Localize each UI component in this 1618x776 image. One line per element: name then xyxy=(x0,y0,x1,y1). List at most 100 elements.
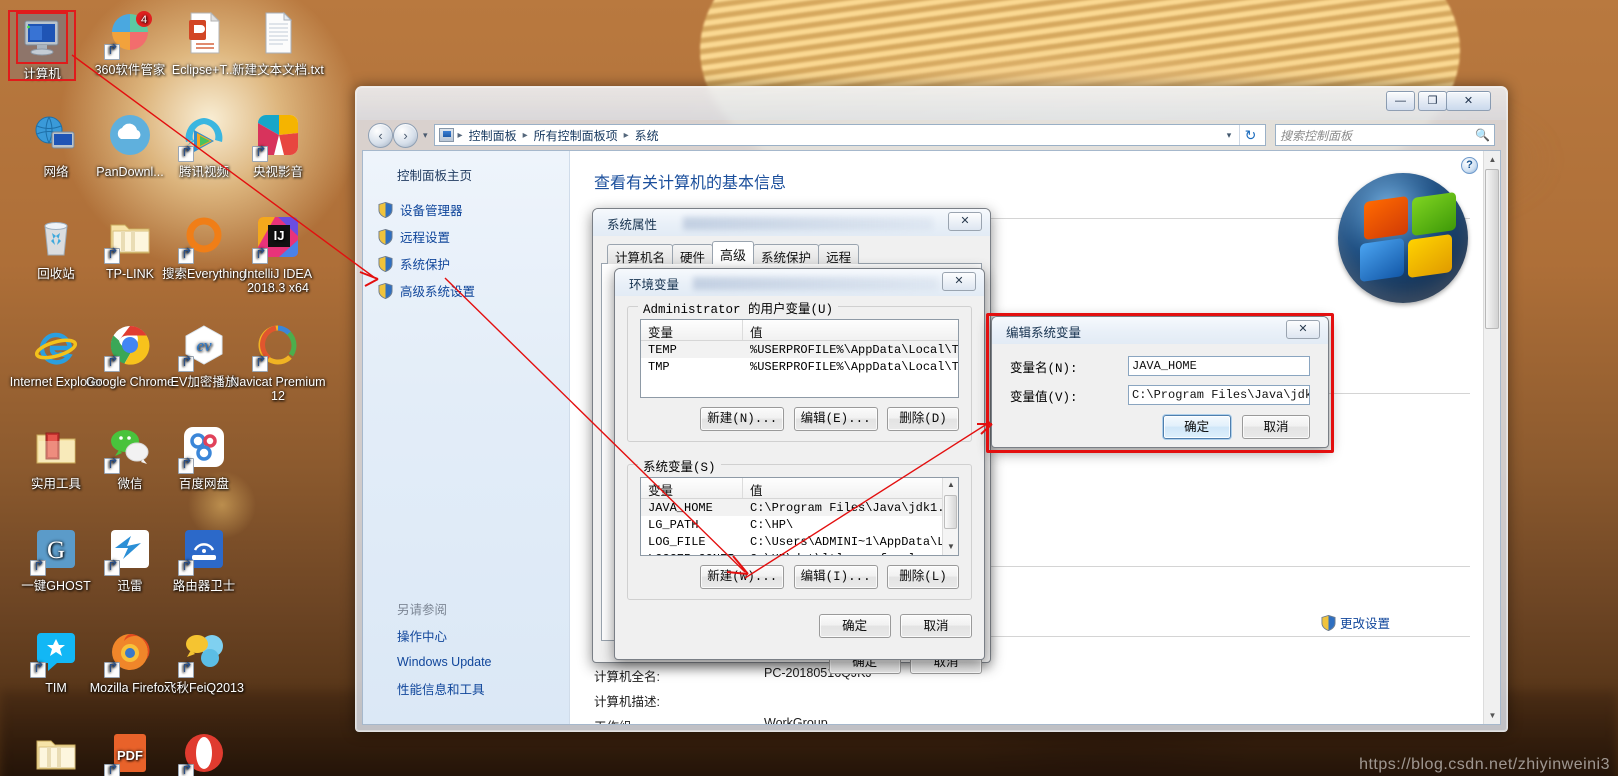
environment-variables-dialog[interactable]: 环境变量 ✕ Administrator 的用户变量(U) 变量 值 TEMP … xyxy=(614,268,985,660)
svg-text:G: G xyxy=(47,537,65,564)
breadcrumb-item-2[interactable]: 系统 xyxy=(631,126,663,145)
listview-scrollbar[interactable]: ▲ ▼ xyxy=(942,478,958,555)
close-icon[interactable]: ✕ xyxy=(948,212,982,231)
see-also-performance-info[interactable]: 性能信息和工具 xyxy=(397,679,569,698)
history-dropdown-icon[interactable]: ▾ xyxy=(423,130,428,141)
scroll-up-icon[interactable]: ▲ xyxy=(1484,151,1500,168)
desktop-icon-飞秋FeiQ2013[interactable]: 飞秋FeiQ2013 xyxy=(156,628,252,695)
edit-system-variable-dialog[interactable]: 编辑系统变量 ✕ 变量名(N): JAVA_HOME 变量值(V): C:\Pr… xyxy=(991,316,1329,448)
system-new-button[interactable]: 新建(W)... xyxy=(700,565,785,589)
ok-button[interactable]: 确定 xyxy=(1162,415,1231,439)
tab-system-protection[interactable]: 系统保护 xyxy=(753,244,820,265)
maximize-button[interactable]: ❐ xyxy=(1418,91,1447,111)
system-variables-list[interactable]: 变量 值 JAVA_HOME C:\Program Files\Java\jdk… xyxy=(640,477,959,556)
ppt-icon xyxy=(180,10,228,58)
sidebar-item-system-protection[interactable]: 系统保护 xyxy=(363,250,569,277)
table-row[interactable]: LOGGER_CONFI C:\HP\dat\ltlogconf.xml xyxy=(641,550,958,556)
desktop-icon-IntelliJ IDEA 2018.3 x64[interactable]: IJ IntelliJ IDEA 2018.3 x64 xyxy=(230,214,326,295)
search-input[interactable]: 搜索控制面板 🔍 xyxy=(1275,124,1495,146)
breadcrumb-separator-icon: ▸ xyxy=(623,129,629,141)
ok-button[interactable]: 确定 xyxy=(818,614,891,638)
desktop-icon-央视影音[interactable]: 央视影音 xyxy=(230,112,326,179)
listview-header: 变量 值 xyxy=(641,320,958,341)
table-row[interactable]: TEMP %USERPROFILE%\AppData\Local\Temp xyxy=(641,341,958,358)
cell-value: C:\Program Files\Java\jdk1.8.0_65 xyxy=(750,500,958,515)
user-edit-button[interactable]: 编辑(E)... xyxy=(793,407,878,431)
table-row[interactable]: LG_PATH C:\HP\ xyxy=(641,516,958,533)
minimize-button[interactable]: — xyxy=(1386,91,1415,111)
main-scrollbar[interactable]: ▲ ▼ xyxy=(1483,151,1500,724)
system-delete-button[interactable]: 删除(L) xyxy=(887,565,959,589)
shortcut-arrow-icon xyxy=(178,248,194,264)
navicat-icon xyxy=(252,322,302,372)
column-header-value[interactable]: 值 xyxy=(743,478,958,498)
close-icon[interactable]: ✕ xyxy=(1286,320,1320,339)
desktop-icon-计算机[interactable]: 计算机 xyxy=(8,10,76,81)
desktop-icon-label: Navicat Premium 12 xyxy=(230,375,326,403)
sidebar-home-link[interactable]: 控制面板主页 xyxy=(363,165,569,196)
tencentvideo-icon xyxy=(178,112,228,162)
shortcut-arrow-icon xyxy=(104,764,120,776)
sidebar-item-device-manager[interactable]: 设备管理器 xyxy=(363,196,569,223)
forward-button[interactable]: › xyxy=(393,122,418,148)
tab-advanced[interactable]: 高级 xyxy=(712,241,755,264)
column-header-variable[interactable]: 变量 xyxy=(641,478,743,498)
see-also-windows-update[interactable]: Windows Update xyxy=(397,655,569,669)
user-variables-list[interactable]: 变量 值 TEMP %USERPROFILE%\AppData\Local\Te… xyxy=(640,319,959,398)
dialog-title: 编辑系统变量 xyxy=(1006,326,1082,340)
sidebar-item-label: 高级系统设置 xyxy=(400,285,476,299)
user-new-button[interactable]: 新建(N)... xyxy=(700,407,785,431)
change-settings-link[interactable]: 更改设置 xyxy=(1321,613,1390,632)
scroll-down-icon[interactable]: ▼ xyxy=(943,540,958,555)
table-row[interactable]: JAVA_HOME C:\Program Files\Java\jdk1.8.0… xyxy=(641,499,958,516)
desktop-icon-百度网盘[interactable]: 百度网盘 xyxy=(156,424,252,491)
desktop-icon-label: 飞秋FeiQ2013 xyxy=(164,681,244,695)
address-bar[interactable]: ▸ 控制面板 ▸ 所有控制面板项 ▸ 系统 ▾ ↻ xyxy=(433,124,1266,146)
desktop-icon-Navicat Premium 12[interactable]: Navicat Premium 12 xyxy=(230,322,326,403)
system-edit-button[interactable]: 编辑(I)... xyxy=(793,565,878,589)
scrollbar-thumb[interactable] xyxy=(944,495,957,529)
shortcut-arrow-icon xyxy=(104,248,120,264)
shortcut-arrow-icon xyxy=(30,560,46,576)
shortcut-arrow-icon xyxy=(178,560,194,576)
dialog-titlebar[interactable]: 编辑系统变量 ✕ xyxy=(992,317,1328,344)
tab-computer-name[interactable]: 计算机名 xyxy=(607,244,674,265)
desktop-icon-新建文本文档.txt[interactable]: 新建文本文档.txt xyxy=(230,10,326,77)
dialog-titlebar[interactable]: 环境变量 ✕ xyxy=(615,269,984,296)
variable-value-label: 变量值(V): xyxy=(1010,390,1078,405)
cancel-button[interactable]: 取消 xyxy=(1242,415,1310,439)
scroll-down-icon[interactable]: ▼ xyxy=(1484,707,1500,724)
close-button[interactable]: ✕ xyxy=(1446,91,1491,111)
sidebar-item-remote-settings[interactable]: 远程设置 xyxy=(363,223,569,250)
desktop-icon-item-27[interactable] xyxy=(156,730,252,776)
address-dropdown-icon[interactable]: ▾ xyxy=(1221,125,1237,145)
feiq-icon xyxy=(178,628,228,678)
window-titlebar[interactable]: — ❐ ✕ xyxy=(356,87,1507,120)
dialog-titlebar[interactable]: 系统属性 ✕ xyxy=(593,209,990,236)
scroll-up-icon[interactable]: ▲ xyxy=(943,478,958,493)
variable-value-input[interactable]: C:\Program Files\Java\jdk1.8.0_131 xyxy=(1128,385,1310,405)
table-row[interactable]: LOG_FILE C:\Users\ADMINI~1\AppData\Local… xyxy=(641,533,958,550)
refresh-icon[interactable]: ↻ xyxy=(1239,125,1261,145)
table-row[interactable]: TMP %USERPROFILE%\AppData\Local\Temp xyxy=(641,358,958,375)
back-button[interactable]: ‹ xyxy=(368,122,393,148)
column-header-variable[interactable]: 变量 xyxy=(641,320,743,340)
user-delete-button[interactable]: 删除(D) xyxy=(887,407,959,431)
tab-hardware[interactable]: 硬件 xyxy=(672,244,714,265)
shortcut-arrow-icon xyxy=(104,662,120,678)
sidebar-item-advanced-system-settings[interactable]: 高级系统设置 xyxy=(363,277,569,304)
desktop-icon-路由器卫士[interactable]: 路由器卫士 xyxy=(156,526,252,593)
column-header-value[interactable]: 值 xyxy=(743,320,958,340)
baidupan-icon xyxy=(178,424,228,474)
shortcut-arrow-icon xyxy=(178,356,194,372)
sidebar-item-label: 系统保护 xyxy=(400,258,451,272)
ghost-icon: G xyxy=(30,526,80,576)
close-icon[interactable]: ✕ xyxy=(942,272,976,291)
breadcrumb-item-0[interactable]: 控制面板 xyxy=(465,126,521,145)
breadcrumb-item-1[interactable]: 所有控制面板项 xyxy=(530,126,622,145)
tab-remote[interactable]: 远程 xyxy=(818,244,860,265)
scrollbar-thumb[interactable] xyxy=(1485,169,1499,329)
see-also-action-center[interactable]: 操作中心 xyxy=(397,626,569,645)
variable-name-input[interactable]: JAVA_HOME xyxy=(1128,356,1310,376)
cancel-button[interactable]: 取消 xyxy=(900,614,972,638)
